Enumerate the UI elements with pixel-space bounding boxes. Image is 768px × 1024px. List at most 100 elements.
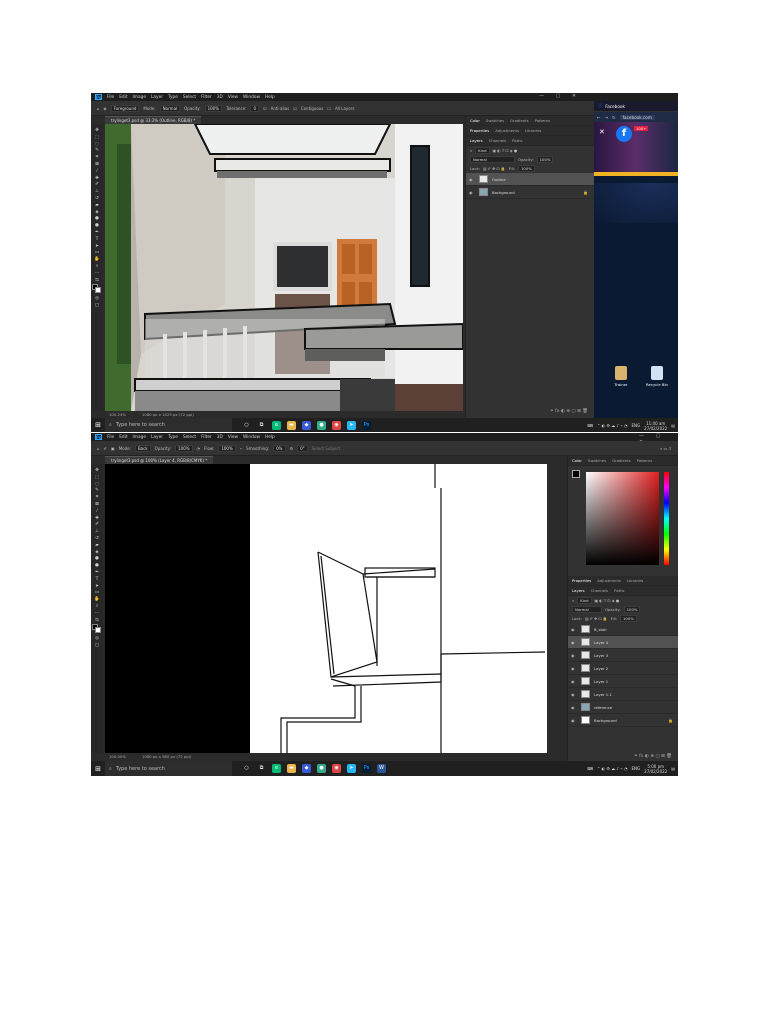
app-icon[interactable]: ● (317, 420, 326, 430)
file-explorer-icon[interactable]: ▬ (287, 420, 296, 430)
layer-row-layer-4[interactable]: ◉ Layer 4 (568, 636, 678, 649)
facebook-video-preview[interactable]: ✕ f 100+ (594, 122, 678, 172)
kind-filter-select[interactable]: Kind (577, 597, 592, 604)
quick-select-tool-icon[interactable]: ✎ (94, 148, 100, 153)
visibility-eye-icon[interactable]: ◉ (469, 190, 475, 195)
layer-row-reference[interactable]: ◉ reference (568, 701, 678, 714)
brush-tool-icon[interactable]: ✐ (94, 182, 100, 187)
menu-view[interactable]: View (228, 95, 238, 100)
history-brush-tool-icon[interactable]: ↺ (94, 536, 100, 541)
tab-layers[interactable]: Layers (572, 588, 585, 593)
clock[interactable]: 5:00 pm 27/02/2022 (644, 764, 667, 774)
swap-colors-icon[interactable]: ⇆ (94, 618, 100, 623)
layer-row-layer-2[interactable]: ◉ Layer 2 (568, 662, 678, 675)
tray-icons[interactable]: ⌃ ◐ ⚙ ☁ ♪ ⌁ ◔ (597, 423, 628, 428)
keyboard-icon[interactable]: ⌨ (587, 766, 593, 771)
crop-tool-icon[interactable]: ⌗ (94, 495, 100, 500)
color-picker-field[interactable] (586, 472, 659, 565)
layer-row-background[interactable]: ◉ Background 🔒 (568, 714, 678, 727)
lasso-tool-icon[interactable]: ◌ (94, 482, 100, 487)
kind-filter-select[interactable]: Kind (475, 147, 490, 154)
brush-panel-icon[interactable]: ▣ (111, 446, 115, 451)
tab-properties[interactable]: Properties (572, 578, 591, 583)
healing-tool-icon[interactable]: ✚ (94, 176, 100, 181)
layer-row-background[interactable]: ◉ Background 🔒 (466, 186, 594, 199)
tab-paths[interactable]: Paths (614, 588, 624, 593)
browser-tab[interactable]: ⓕ Facebook (594, 101, 678, 112)
menu-view[interactable]: View (228, 435, 238, 440)
angle-field[interactable]: 0° (297, 444, 308, 452)
paint-bucket-tool-icon[interactable]: ◈ (94, 550, 100, 555)
visibility-eye-icon[interactable]: ◉ (571, 653, 577, 658)
blend-mode-select[interactable]: Normal (470, 156, 515, 163)
menu-window[interactable]: Window (243, 95, 260, 100)
tab-properties[interactable]: Properties (470, 128, 489, 133)
all-layers-checkbox[interactable]: ☐ (327, 106, 331, 111)
menu-window[interactable]: Window (243, 435, 260, 440)
menu-image[interactable]: Image (133, 435, 146, 440)
menu-select[interactable]: Select (183, 95, 196, 100)
telegram-icon[interactable]: ➤ (347, 420, 356, 430)
smoothing-field[interactable]: 0% (273, 444, 286, 452)
path-select-tool-icon[interactable]: ➤ (94, 244, 100, 249)
menu-file[interactable]: File (107, 95, 114, 100)
visibility-eye-icon[interactable]: ◉ (571, 679, 577, 684)
visibility-eye-icon[interactable]: ◉ (571, 666, 577, 671)
hand-tool-icon[interactable]: ✋ (94, 257, 100, 262)
crop-tool-icon[interactable]: ⌗ (94, 155, 100, 160)
lock-icons[interactable]: ▨ ✐ ✥ ⊡ 🔒 (585, 616, 608, 621)
menu-file[interactable]: File (107, 435, 114, 440)
canvas[interactable] (105, 124, 463, 411)
color-swatches[interactable] (92, 284, 102, 294)
eraser-tool-icon[interactable]: ▰ (94, 203, 100, 208)
menu-select[interactable]: Select (183, 435, 196, 440)
tab-swatches[interactable]: Swatches (486, 118, 504, 123)
stamp-tool-icon[interactable]: ⊥ (94, 189, 100, 194)
menu-edit[interactable]: Edit (119, 435, 127, 440)
menu-help[interactable]: Help (265, 95, 275, 100)
word-icon[interactable]: W (377, 764, 386, 773)
photoshop-taskbar-icon[interactable]: Ps (362, 764, 371, 773)
healing-tool-icon[interactable]: ✚ (94, 516, 100, 521)
edge-icon[interactable]: e (272, 420, 281, 430)
blur-tool-icon[interactable]: ● (94, 556, 100, 561)
edge-icon[interactable]: e (272, 764, 281, 773)
color-swatches[interactable] (92, 624, 102, 634)
menu-layer[interactable]: Layer (151, 435, 163, 440)
tab-libraries[interactable]: Libraries (525, 128, 541, 133)
dodge-tool-icon[interactable]: ● (94, 563, 100, 568)
layer-row-outline[interactable]: ◉ Outline (466, 173, 594, 186)
filter-icons[interactable]: ▣ ◐ T ⊡ ◈ ● (493, 148, 518, 153)
marquee-tool-icon[interactable]: ⬚ (94, 135, 100, 140)
tab-gradients[interactable]: Gradients (612, 458, 631, 463)
hue-slider[interactable] (664, 472, 669, 565)
store-icon[interactable]: ◆ (302, 420, 311, 430)
blend-mode-select[interactable]: Normal (572, 606, 602, 613)
tolerance-field[interactable]: 0 (250, 104, 259, 112)
antialias-checkbox[interactable]: ☑ (263, 106, 267, 111)
brush-tool-icon[interactable]: ✐ (94, 522, 100, 527)
foreground-color-swatch[interactable] (572, 470, 580, 478)
taskbar-search[interactable]: ⌕ Type here to search (105, 417, 232, 432)
layer-opacity-field[interactable]: 100% (536, 156, 554, 163)
blur-tool-icon[interactable]: ● (94, 216, 100, 221)
frame-tool-icon[interactable]: ⊠ (94, 162, 100, 167)
menu-layer[interactable]: Layer (151, 95, 163, 100)
marquee-tool-icon[interactable]: ⬚ (94, 475, 100, 480)
opacity-field[interactable]: 100% (175, 444, 193, 452)
desktop-icon-recycle-bin[interactable]: Recycle Bin (644, 366, 670, 387)
notifications-icon[interactable]: ▤ (671, 766, 675, 771)
pen-tool-icon[interactable]: ✒ (94, 570, 100, 575)
move-tool-icon[interactable]: ✥ (94, 468, 100, 473)
tab-paths[interactable]: Paths (512, 138, 522, 143)
task-view-icon[interactable]: ⧉ (257, 421, 266, 430)
tab-adjustments[interactable]: Adjustments (495, 128, 519, 133)
move-tool-icon[interactable]: ✥ (94, 128, 100, 133)
eraser-tool-icon[interactable]: ▰ (94, 543, 100, 548)
reload-icon[interactable]: ↻ (612, 115, 616, 120)
home-icon[interactable]: ⌂ (97, 446, 100, 451)
layer-row-layer-1-1[interactable]: ◉ Layer 1.1 (568, 688, 678, 701)
menu-3d[interactable]: 3D (217, 95, 223, 100)
layer-row-layer-3[interactable]: ◉ Layer 3 (568, 649, 678, 662)
history-brush-tool-icon[interactable]: ↺ (94, 196, 100, 201)
